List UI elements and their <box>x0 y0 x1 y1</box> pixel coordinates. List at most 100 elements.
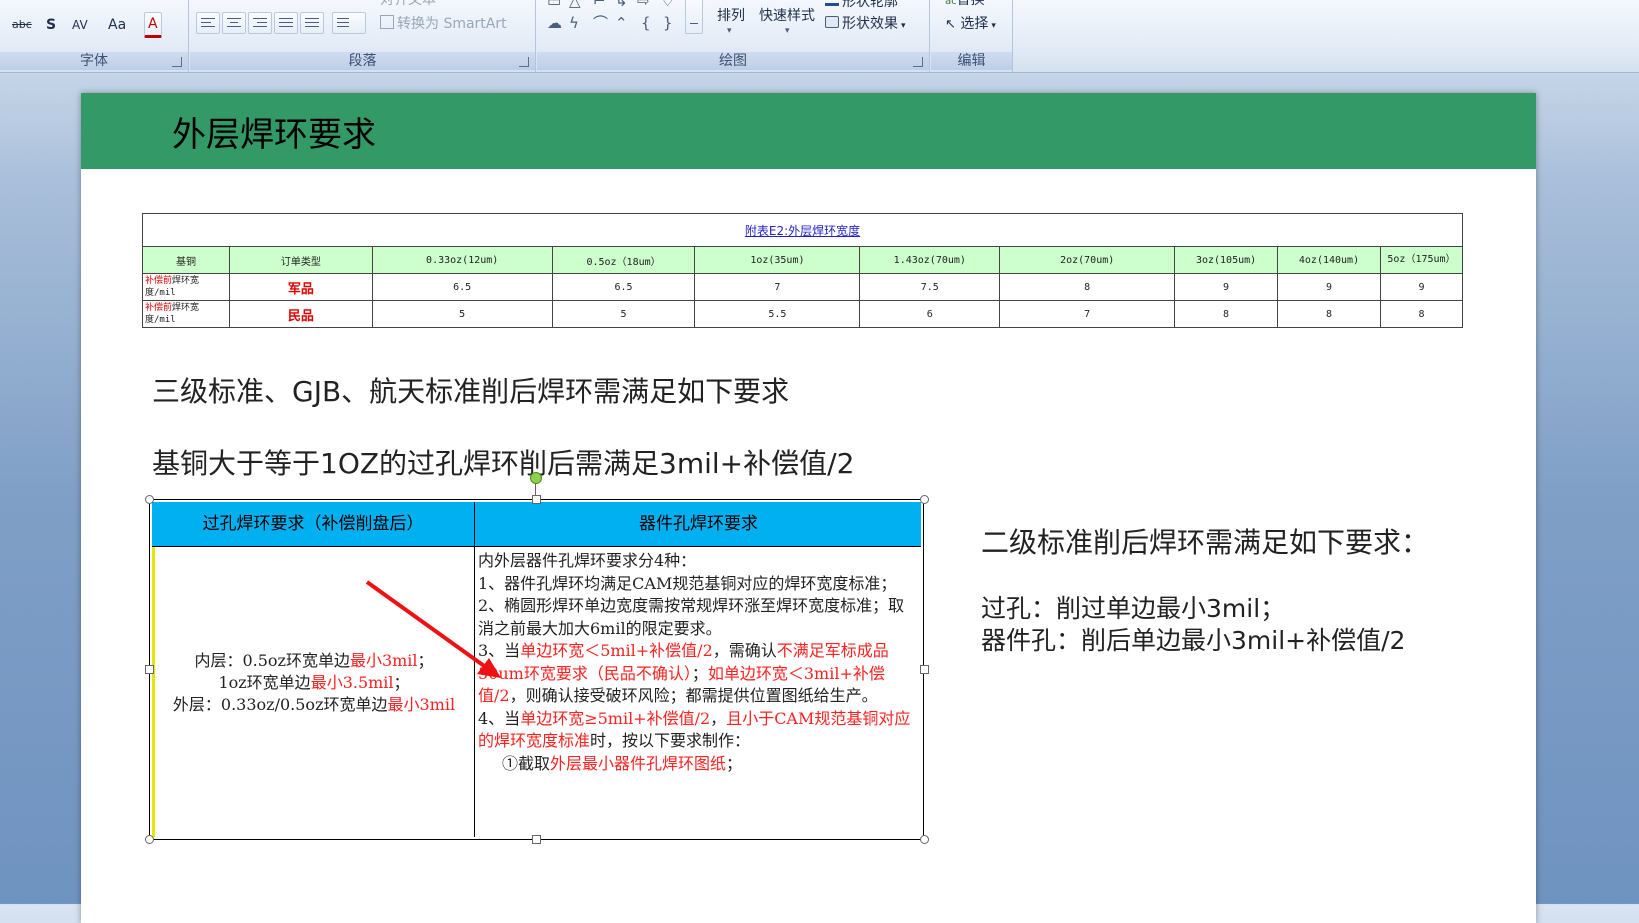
shape-effects-button[interactable]: 形状效果 ▾ <box>821 12 910 36</box>
via-text-red: 最小3mil <box>387 695 456 714</box>
resize-handle-se[interactable] <box>920 835 929 844</box>
distributed-icon[interactable] <box>300 12 324 34</box>
connector-shape-icon[interactable]: ⌐ <box>593 0 606 10</box>
via-ring-header: 过孔焊环要求（补偿削盘后） <box>202 514 424 534</box>
text-shadow-button[interactable]: S <box>42 13 60 37</box>
curve-shape-icon[interactable]: ⌃ <box>615 14 628 32</box>
table-cell: 5 <box>551 300 696 328</box>
order-type-cell: 军品 <box>228 273 373 301</box>
component-text: 时，按以下要求制作： <box>590 731 751 750</box>
drawing-dialog-launcher[interactable] <box>913 57 923 67</box>
resize-handle-e[interactable] <box>920 665 929 674</box>
triangle-shape-icon[interactable]: △ <box>569 0 581 10</box>
resize-handle-w[interactable] <box>145 665 154 674</box>
table-cell: 5.5 <box>694 300 861 328</box>
shape-effects-icon <box>825 16 839 28</box>
lightning-shape-icon[interactable]: ϟ <box>569 14 579 32</box>
table-cell: 8 <box>1379 300 1464 328</box>
character-spacing-button[interactable]: AV <box>68 13 92 37</box>
change-case-button[interactable]: Aa <box>104 13 130 37</box>
component-text: ， <box>710 708 727 728</box>
component-text: 内外层器件孔焊环要求分4种： <box>478 551 697 570</box>
replace-label: 替换 <box>956 0 985 8</box>
align-text-button[interactable]: 对齐文本 <box>376 0 440 12</box>
table-cell: 6.5 <box>551 273 696 301</box>
align-right-icon[interactable] <box>248 12 272 34</box>
resize-handle-sw[interactable] <box>145 835 154 844</box>
shapes-more-icon[interactable] <box>685 0 703 34</box>
rectangle-shape-icon[interactable]: ▭ <box>547 0 561 10</box>
arrange-chevron-icon: ▾ <box>727 26 732 36</box>
shape-effects-chevron-icon: ▾ <box>901 21 906 31</box>
selected-picture-frame[interactable]: 过孔焊环要求（补偿削盘后） 器件孔焊环要求 内层：0.5oz环宽单边最小3mil… <box>145 472 929 844</box>
component-hole-text: 内外层器件孔焊环要求分4种： 1、器件孔焊环均满足CAM规范基铜对应的焊环宽度标… <box>478 550 918 775</box>
columns-icon[interactable] <box>332 12 366 34</box>
paragraph-group-label: 段落 <box>190 52 535 70</box>
elbow-shape-icon[interactable]: ↳ <box>615 0 628 10</box>
table-cell: 6.5 <box>371 273 553 301</box>
drawing-group-label: 绘图 <box>537 52 929 70</box>
slide-title[interactable]: 外层焊环要求 <box>172 107 376 156</box>
component-text-red: 单边环宽＜5mil+补偿值/2 <box>520 641 713 660</box>
align-center-icon[interactable] <box>222 12 246 34</box>
cursor-icon: ↖ <box>945 17 956 32</box>
header-cell: 2oz(70um) <box>999 246 1176 274</box>
align-left-icon[interactable] <box>196 12 220 34</box>
shape-outline-icon <box>825 0 839 6</box>
via-text: 1oz环宽单边 <box>218 673 311 692</box>
component-text: ； <box>726 753 743 773</box>
table-cell: 8 <box>999 273 1176 301</box>
diamond-shape-icon[interactable]: ♢ <box>661 0 674 10</box>
resize-handle-ne[interactable] <box>920 495 929 504</box>
table-row: 补偿前焊环宽度/mil 军品 6.5 6.5 7 7.5 8 9 9 9 <box>142 273 1464 301</box>
select-button[interactable]: ↖ 选择 ▾ <box>941 12 1000 36</box>
resize-handle-s[interactable] <box>532 835 541 844</box>
header-cell: 1oz(35um) <box>694 246 861 274</box>
text-line-grade3[interactable]: 三级标准、GJB、航天标准削后焊环需满足如下要求 <box>152 370 789 410</box>
replace-icon: ac <box>945 0 957 7</box>
resize-handle-n[interactable] <box>532 495 541 504</box>
select-label: 选择 <box>960 16 989 32</box>
grade2-heading[interactable]: 二级标准削后焊环需满足如下要求： <box>981 521 1429 561</box>
replace-button[interactable]: ac替换 <box>941 0 989 12</box>
header-cell: 3oz(105um) <box>1174 246 1279 274</box>
ring-requirement-picture[interactable]: 过孔焊环要求（补偿削盘后） 器件孔焊环要求 内层：0.5oz环宽单边最小3mil… <box>149 499 924 840</box>
component-text-red: 单边环宽≥5mil+补偿值/2 <box>520 708 711 728</box>
order-type-cell: 民品 <box>228 300 373 328</box>
font-group-label: 字体 <box>0 52 188 70</box>
paragraph-dialog-launcher[interactable] <box>519 57 529 67</box>
quick-styles-button[interactable]: 快速样式 <box>755 4 819 28</box>
font-color-button[interactable]: A <box>144 12 162 38</box>
brace-left-shape-icon[interactable]: { <box>641 14 651 32</box>
font-group: abc S AV Aa A 字体 <box>0 0 189 72</box>
component-text: ，需确认 <box>712 641 777 660</box>
strikethrough-button[interactable]: abc <box>8 13 36 37</box>
select-chevron-icon: ▾ <box>991 21 996 31</box>
header-cell: 基铜 <box>142 246 230 274</box>
cloud-shape-icon[interactable]: ☁ <box>547 14 562 32</box>
title-banner: 外层焊环要求 <box>81 93 1536 169</box>
header-cell: 4oz(140um) <box>1277 246 1381 274</box>
text-line-base-copper[interactable]: 基铜大于等于1OZ的过孔焊环削后需满足3mil+补偿值/2 <box>152 442 854 482</box>
outer-ring-width-table[interactable]: 附表E2:外层焊环宽度 基铜 订单类型 0.33oz(12um) 0.5oz（1… <box>142 213 1464 328</box>
arrange-button[interactable]: 排列 <box>713 4 749 28</box>
convert-smartart-label: 转换为 SmartArt <box>397 16 507 32</box>
grade2-component-line[interactable]: 器件孔：削后单边最小3mil+补偿值/2 <box>981 621 1405 657</box>
convert-smartart-button[interactable]: 转换为 SmartArt <box>376 12 511 36</box>
table-cell: 7 <box>694 273 861 301</box>
table-cell: 9 <box>1174 273 1279 301</box>
smartart-icon <box>380 15 394 29</box>
font-dialog-launcher[interactable] <box>172 57 182 67</box>
slide-canvas[interactable]: 外层焊环要求 附表E2:外层焊环宽度 基铜 订单类型 0.33oz(12um) … <box>81 93 1536 923</box>
arrow-shape-icon[interactable]: ⇨ <box>637 0 650 10</box>
brace-right-shape-icon[interactable]: } <box>663 14 673 32</box>
rotate-handle[interactable] <box>530 472 542 484</box>
quick-styles-chevron-icon: ▾ <box>785 26 790 36</box>
table-row: 补偿前焊环宽度/mil 民品 5 5 5.5 6 7 8 8 8 <box>142 300 1464 328</box>
resize-handle-nw[interactable] <box>145 495 154 504</box>
justify-icon[interactable] <box>274 12 298 34</box>
component-text: 1、器件孔焊环均满足CAM规范基铜对应的焊环宽度标准； <box>478 573 897 593</box>
grade2-via-line[interactable]: 过孔：削过单边最小3mil； <box>981 589 1285 625</box>
arc-shape-icon[interactable]: ⌒ <box>593 14 608 32</box>
table-cell: 8 <box>1174 300 1279 328</box>
